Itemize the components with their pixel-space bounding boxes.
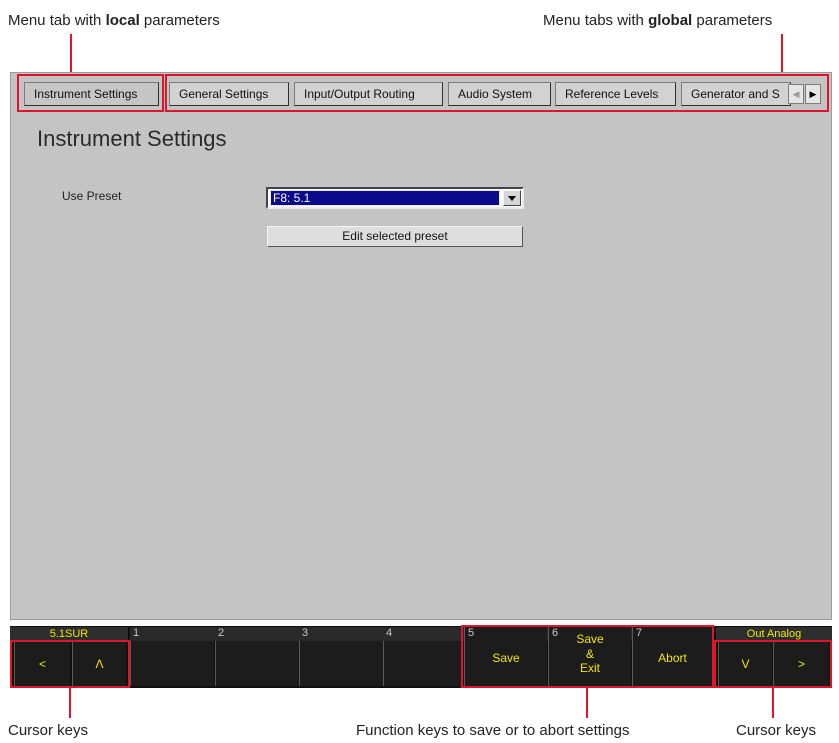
preset-selected-value: F8: 5.1 bbox=[270, 190, 500, 206]
tab-general-settings[interactable]: General Settings bbox=[169, 82, 289, 106]
annotation-cursor-keys-right: Cursor keys bbox=[736, 722, 817, 739]
save-exit-label-line2: & bbox=[585, 647, 594, 661]
annotation-text: parameters bbox=[692, 12, 773, 29]
slot-number: 4 bbox=[386, 627, 393, 639]
device-screen bbox=[10, 72, 832, 620]
cursor-down-button[interactable]: V bbox=[718, 641, 772, 686]
chevron-right-icon: > bbox=[797, 657, 805, 671]
slot-number: 1 bbox=[133, 627, 140, 639]
annotation-connector bbox=[70, 34, 72, 74]
annotation-cursor-keys-left: Cursor keys bbox=[8, 722, 89, 739]
annotation-text: parameters bbox=[139, 12, 220, 29]
annotation-function-keys: Function keys to save or to abort settin… bbox=[356, 722, 630, 739]
annotation-connector bbox=[772, 688, 774, 718]
cursor-right-button[interactable]: > bbox=[773, 641, 829, 686]
soft-key-2[interactable] bbox=[215, 641, 299, 686]
tab-reference-levels[interactable]: Reference Levels bbox=[555, 82, 676, 106]
tab-instrument-settings[interactable]: Instrument Settings bbox=[24, 82, 159, 106]
slot-number: 7 bbox=[636, 627, 643, 639]
annotation-connector bbox=[69, 688, 71, 718]
tab-scroll-right-icon[interactable]: ▶ bbox=[805, 84, 821, 104]
save-button[interactable]: 5 Save bbox=[464, 627, 547, 686]
page-title: Instrument Settings bbox=[37, 126, 227, 151]
annotation-text: Menu tabs with bbox=[543, 12, 649, 29]
soft-key-3[interactable] bbox=[299, 641, 383, 686]
right-status-label: Out Analog bbox=[716, 627, 832, 641]
tab-audio-system[interactable]: Audio System bbox=[448, 82, 551, 106]
cursor-left-button[interactable]: < bbox=[14, 641, 70, 686]
annotation-local-tabs: Menu tab with local parameters bbox=[8, 12, 220, 29]
soft-key-4[interactable] bbox=[383, 641, 463, 686]
tab-scroll-left-icon[interactable]: ◀ bbox=[788, 84, 804, 104]
abort-button[interactable]: 7 Abort bbox=[632, 627, 712, 686]
annotation-global-tabs: Menu tabs with global parameters bbox=[543, 12, 772, 29]
save-exit-label-line3: Exit bbox=[579, 661, 600, 675]
tab-generator[interactable]: Generator and S bbox=[681, 82, 791, 106]
use-preset-label: Use Preset bbox=[62, 189, 122, 203]
annotation-bold: global bbox=[648, 12, 693, 29]
left-status-label: 5.1SUR bbox=[10, 627, 128, 641]
cursor-up-button[interactable]: Λ bbox=[72, 641, 126, 686]
save-exit-label-line1: Save bbox=[576, 632, 604, 646]
preset-select[interactable]: F8: 5.1 bbox=[266, 187, 524, 209]
annotation-text: Menu tab with bbox=[8, 12, 106, 29]
annotation-bold: local bbox=[105, 12, 140, 29]
edit-preset-button[interactable]: Edit selected preset bbox=[267, 226, 523, 247]
annotation-connector bbox=[781, 34, 783, 74]
save-label: Save bbox=[492, 651, 520, 665]
soft-key-1[interactable] bbox=[130, 641, 214, 686]
annotation-connector bbox=[586, 688, 588, 718]
chevron-left-icon: < bbox=[38, 657, 46, 671]
save-exit-button[interactable]: 6 Save & Exit bbox=[548, 627, 631, 686]
chevron-down-icon: V bbox=[741, 657, 750, 671]
slot-number: 2 bbox=[218, 627, 225, 639]
tab-input-output-routing[interactable]: Input/Output Routing bbox=[294, 82, 443, 106]
slot-number: 3 bbox=[302, 627, 309, 639]
chevron-up-icon: Λ bbox=[95, 657, 104, 671]
chevron-down-icon[interactable] bbox=[503, 190, 521, 206]
abort-label: Abort bbox=[658, 651, 687, 665]
slot-number: 5 bbox=[468, 627, 475, 639]
